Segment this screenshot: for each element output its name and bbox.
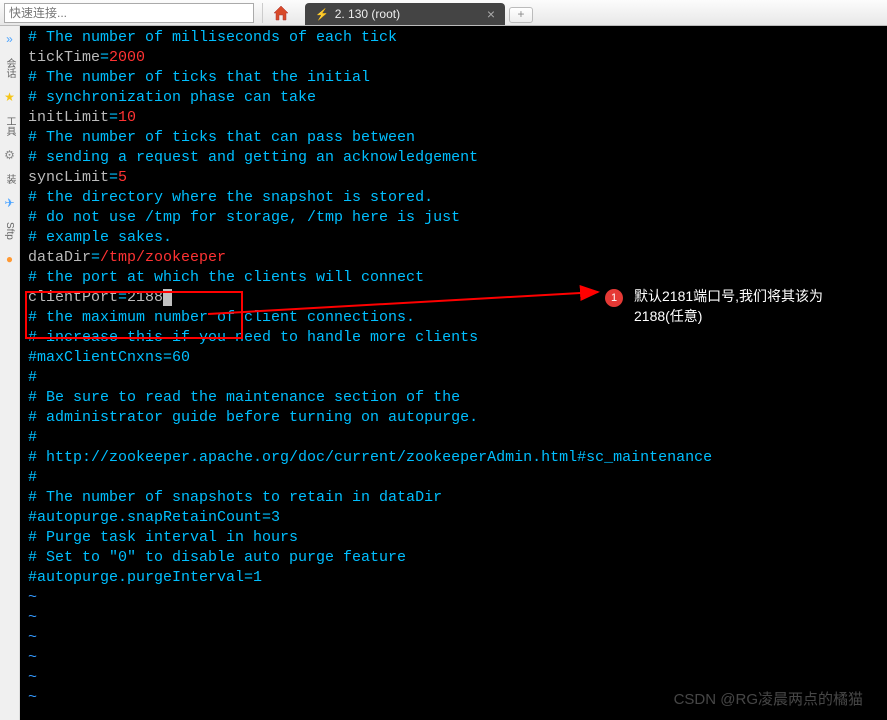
terminal-line: # administrator guide before turning on … bbox=[28, 408, 881, 428]
terminal-line: ~ bbox=[28, 688, 881, 708]
sidebar-item-session[interactable]: 会话 bbox=[2, 56, 17, 80]
chevron-right-icon[interactable]: » bbox=[6, 32, 13, 46]
terminal-line: # bbox=[28, 368, 881, 388]
terminal-line: # do not use /tmp for storage, /tmp here… bbox=[28, 208, 881, 228]
terminal-line: # the maximum number of client connectio… bbox=[28, 308, 881, 328]
terminal-line: # increase this if you need to handle mo… bbox=[28, 328, 881, 348]
quick-connect-input[interactable] bbox=[4, 3, 254, 23]
lightning-icon: ⚡ bbox=[315, 8, 329, 21]
toolbar-separator bbox=[262, 3, 263, 23]
terminal-line: # Purge task interval in hours bbox=[28, 528, 881, 548]
terminal-line: #autopurge.snapRetainCount=3 bbox=[28, 508, 881, 528]
terminal-line: ~ bbox=[28, 668, 881, 688]
workspace: » 会话 ★ 工具 ⚙ 装 ✈ Sftp ● # The number of m… bbox=[0, 26, 887, 720]
terminal-line: clientPort=2188 bbox=[28, 288, 881, 308]
terminal-line: # example sakes. bbox=[28, 228, 881, 248]
send-icon[interactable]: ✈ bbox=[4, 196, 14, 210]
terminal-line: ~ bbox=[28, 648, 881, 668]
home-icon[interactable] bbox=[271, 3, 291, 23]
terminal-line: # sending a request and getting an ackno… bbox=[28, 148, 881, 168]
sidebar-item-sftp[interactable]: Sftp bbox=[4, 220, 15, 242]
terminal-line: # the port at which the clients will con… bbox=[28, 268, 881, 288]
terminal-line: # The number of milliseconds of each tic… bbox=[28, 28, 881, 48]
terminal-line: # The number of ticks that the initial bbox=[28, 68, 881, 88]
terminal-line: ~ bbox=[28, 588, 881, 608]
terminal-line: # the directory where the snapshot is st… bbox=[28, 188, 881, 208]
tab-label: 2. 130 (root) bbox=[335, 7, 400, 21]
terminal-line: # The number of ticks that can pass betw… bbox=[28, 128, 881, 148]
dot-icon[interactable]: ● bbox=[6, 252, 13, 266]
terminal-line: ~ bbox=[28, 608, 881, 628]
terminal-line: # bbox=[28, 428, 881, 448]
terminal-line: initLimit=10 bbox=[28, 108, 881, 128]
close-icon[interactable]: × bbox=[487, 7, 495, 21]
sidebar-item-tools[interactable]: 工具 bbox=[2, 114, 17, 138]
tab-active[interactable]: ⚡ 2. 130 (root) × bbox=[305, 3, 505, 25]
sidebar: » 会话 ★ 工具 ⚙ 装 ✈ Sftp ● bbox=[0, 26, 20, 720]
tab-strip: ⚡ 2. 130 (root) × + bbox=[305, 0, 533, 25]
cursor bbox=[163, 289, 172, 306]
terminal-line: # Set to "0" to disable auto purge featu… bbox=[28, 548, 881, 568]
terminal-line: # http://zookeeper.apache.org/doc/curren… bbox=[28, 448, 881, 468]
terminal-line: # The number of snapshots to retain in d… bbox=[28, 488, 881, 508]
terminal-line: # Be sure to read the maintenance sectio… bbox=[28, 388, 881, 408]
sidebar-item-install[interactable]: 装 bbox=[2, 172, 17, 186]
gear-icon[interactable]: ⚙ bbox=[4, 148, 15, 162]
terminal-line: syncLimit=5 bbox=[28, 168, 881, 188]
terminal-line: #maxClientCnxns=60 bbox=[28, 348, 881, 368]
terminal-line: # synchronization phase can take bbox=[28, 88, 881, 108]
toolbar: ⚡ 2. 130 (root) × + bbox=[0, 0, 887, 26]
tab-add-button[interactable]: + bbox=[509, 7, 533, 23]
star-icon[interactable]: ★ bbox=[4, 90, 15, 104]
terminal-line: #autopurge.purgeInterval=1 bbox=[28, 568, 881, 588]
terminal-line: dataDir=/tmp/zookeeper bbox=[28, 248, 881, 268]
terminal[interactable]: # The number of milliseconds of each tic… bbox=[20, 26, 887, 720]
terminal-line: # bbox=[28, 468, 881, 488]
terminal-line: tickTime=2000 bbox=[28, 48, 881, 68]
terminal-line: ~ bbox=[28, 628, 881, 648]
